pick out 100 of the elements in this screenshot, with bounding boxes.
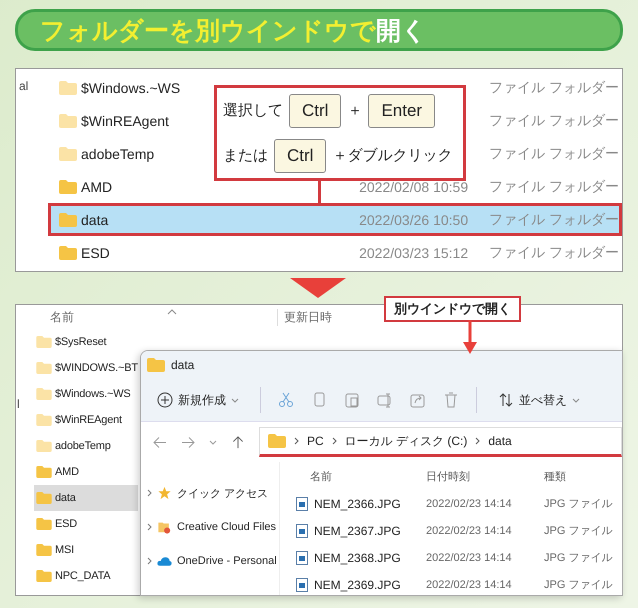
- caret-icon: [231, 398, 239, 402]
- file-type: ファイル フォルダー: [489, 244, 619, 262]
- cloud-folder-icon: [157, 520, 172, 534]
- folder-icon: [147, 358, 165, 372]
- cut-off-text: l: [17, 397, 20, 411]
- keyboard-key: Enter: [368, 94, 436, 128]
- file-name: $WinREAgent: [81, 112, 169, 128]
- rename-icon[interactable]: [377, 392, 393, 408]
- column-header[interactable]: 名前: [50, 308, 74, 326]
- file-name[interactable]: NEM_2367.JPG: [314, 524, 401, 538]
- file-type: ファイル フォルダー: [489, 178, 619, 196]
- file-type: JPG ファイル: [544, 524, 612, 538]
- forward-arrow-icon[interactable]: [181, 436, 195, 448]
- selected-folder-row[interactable]: data 2022/03/26 10:50 ファイル フォルダー: [48, 203, 622, 236]
- file-name: ESD: [81, 244, 110, 260]
- file-type: ファイル フォルダー: [489, 112, 619, 130]
- file-name: $WINDOWS.~BT: [55, 362, 138, 374]
- callout-text: ＋: [347, 101, 362, 120]
- modified-date: 2022/02/23 14:14: [426, 524, 513, 536]
- file-type: ファイル フォルダー: [489, 210, 619, 228]
- breadcrumb[interactable]: ローカル ディスク (C:): [344, 432, 468, 450]
- chevron-right-icon: [147, 557, 152, 565]
- image-file-icon: [296, 496, 308, 510]
- chevron-right-icon: [294, 437, 299, 445]
- modified-date: 2022/03/26 10:50: [359, 212, 470, 228]
- window-title: data: [171, 358, 194, 372]
- image-file-icon: [296, 578, 308, 592]
- callout-label: 別ウインドウで開く: [384, 296, 521, 322]
- folder-row[interactable]: adobeTemp: [34, 433, 138, 459]
- folder-row[interactable]: $WINDOWS.~BT: [34, 355, 138, 381]
- file-name: NPC_DATA: [55, 570, 110, 582]
- sort-caret-icon: [167, 309, 177, 315]
- address-bar[interactable]: PC ローカル ディスク (C:) data: [259, 427, 622, 457]
- column-header[interactable]: 更新日時: [277, 308, 332, 326]
- sidebar-item[interactable]: OneDrive - Personal: [141, 544, 279, 578]
- caret-icon: [572, 398, 580, 402]
- file-name[interactable]: NEM_2366.JPG: [314, 496, 401, 510]
- file-name: adobeTemp: [81, 146, 154, 162]
- folder-row[interactable]: $Windows.~WS: [34, 381, 138, 407]
- back-arrow-icon[interactable]: [153, 436, 167, 448]
- folder-row[interactable]: $SysReset: [34, 329, 138, 355]
- modified-date: 2022/02/08 10:59: [359, 178, 470, 194]
- file-name[interactable]: NEM_2369.JPG: [314, 578, 401, 592]
- chevron-right-icon: [332, 437, 337, 445]
- column-header[interactable]: 種類: [544, 468, 566, 484]
- file-type: ファイル フォルダー: [489, 144, 619, 162]
- file-name: AMD: [81, 178, 112, 194]
- sidebar-item[interactable]: クイック アクセス: [141, 476, 279, 510]
- folder-row[interactable]: $WinREAgent: [34, 407, 138, 433]
- folder-row[interactable]: NPC_DATA: [34, 563, 138, 589]
- file-name: data: [55, 492, 76, 504]
- sort-icon: [498, 392, 514, 408]
- new-button[interactable]: 新規作成: [153, 388, 243, 412]
- modified-date: 2022/02/23 14:14: [426, 578, 513, 590]
- down-arrow-icon: [290, 278, 346, 298]
- folder-row[interactable]: AMD: [34, 459, 138, 485]
- share-icon[interactable]: [410, 392, 426, 408]
- file-name: $Windows.~WS: [55, 388, 131, 400]
- folder-icon: [268, 434, 286, 448]
- file-name: data: [81, 212, 108, 228]
- file-name: $SysReset: [55, 336, 106, 348]
- cut-off-text: al: [19, 79, 28, 93]
- file-type: ファイル フォルダー: [489, 78, 619, 96]
- chevron-right-icon: [147, 489, 152, 497]
- file-name: MSI: [55, 544, 74, 556]
- folder-row[interactable]: ESD: [34, 511, 138, 537]
- trash-icon[interactable]: [443, 392, 459, 408]
- plus-circle-icon: [157, 392, 173, 408]
- image-file-icon: [296, 550, 308, 564]
- star-icon: [157, 486, 172, 500]
- paste-icon[interactable]: [344, 392, 360, 408]
- file-type: JPG ファイル: [544, 551, 612, 565]
- modified-date: 2022/02/23 14:14: [426, 552, 513, 564]
- sort-button[interactable]: 並べ替え: [494, 388, 584, 412]
- up-arrow-icon[interactable]: [231, 436, 245, 448]
- chevron-down-icon[interactable]: [209, 440, 217, 444]
- column-header[interactable]: 日付時刻: [426, 468, 544, 484]
- file-name: adobeTemp: [55, 440, 111, 452]
- chevron-right-icon: [475, 437, 480, 445]
- file-name: ESD: [55, 518, 78, 530]
- file-name[interactable]: NEM_2368.JPG: [314, 550, 401, 564]
- folder-row[interactable]: data: [34, 485, 138, 511]
- file-type: JPG ファイル: [544, 497, 612, 511]
- folder-row[interactable]: MSI: [34, 537, 138, 563]
- scissors-icon[interactable]: [278, 392, 294, 408]
- arrow-icon: [463, 320, 477, 354]
- column-header[interactable]: 名前: [286, 468, 426, 484]
- modified-date: 2022/03/23 15:12: [359, 244, 470, 260]
- keyboard-key: Ctrl: [289, 94, 342, 128]
- breadcrumb[interactable]: PC: [307, 434, 324, 448]
- sidebar-item[interactable]: Creative Cloud Files: [141, 510, 279, 544]
- image-file-icon: [296, 524, 308, 538]
- file-name: AMD: [55, 466, 79, 478]
- file-name: $Windows.~WS: [81, 80, 180, 96]
- callout-text: ＋ダブルクリック: [332, 146, 452, 165]
- section-title: フォルダーを別ウインドウで開く: [15, 9, 623, 51]
- callout-text: または: [223, 146, 268, 165]
- breadcrumb[interactable]: data: [488, 434, 512, 448]
- modified-date: 2022/02/23 14:14: [426, 498, 513, 510]
- keyboard-key: Ctrl: [274, 138, 326, 172]
